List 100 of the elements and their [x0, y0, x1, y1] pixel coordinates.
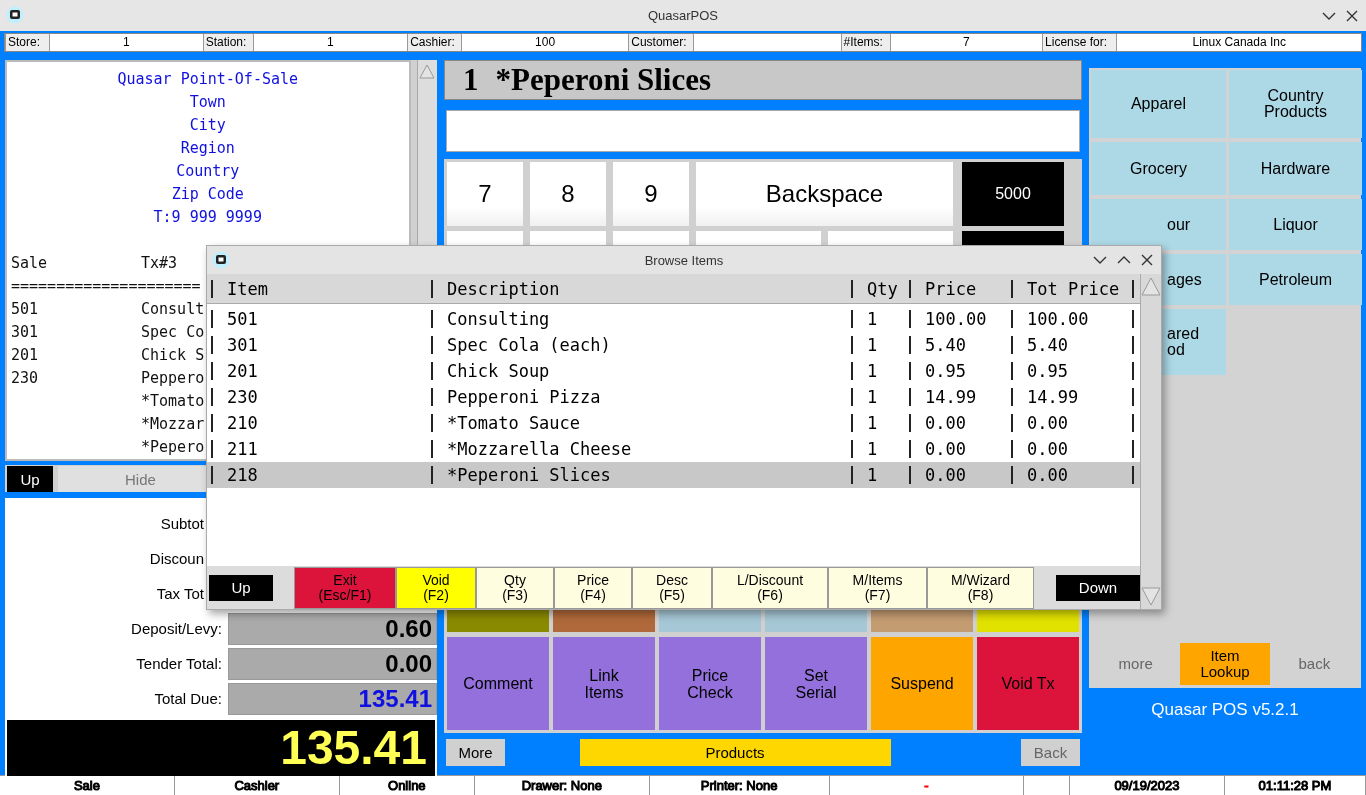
item-row[interactable]: 218 *Peperoni Slices 1 0.00 0.00 [207, 462, 1140, 488]
version-label: Quasar POS v5.2.1 [1150, 700, 1300, 720]
table-cell: 201 [227, 361, 258, 381]
item-row[interactable]: 210 *Tomato Sauce 1 0.00 0.00 [207, 410, 1140, 436]
keypad-key[interactable]: Backspace [696, 162, 953, 226]
receipt-item-description: Spec Co [141, 322, 205, 343]
keypad-key[interactable]: 9 [613, 162, 689, 226]
info-label: Station: [202, 34, 254, 51]
receipt-item-description: Peppero [141, 368, 205, 389]
total-label: Subtot [159, 515, 205, 532]
table-cell: 0.95 [925, 361, 966, 381]
table-cell: 14.99 [1027, 387, 1079, 407]
minimize-icon[interactable] [1322, 11, 1336, 21]
category-button[interactable]: our [1091, 199, 1226, 250]
status-field: Online [388, 778, 426, 793]
function-button[interactable]: Suspend [871, 637, 973, 730]
table-cell: Consulting [447, 309, 550, 329]
table-cell: 5.40 [1027, 335, 1068, 355]
total-label: Tender Total: [135, 655, 223, 672]
receipt-header-line: Region [179, 138, 236, 159]
table-cell: 1 [867, 309, 878, 329]
status-field: 01:11:28 PM [1258, 778, 1332, 793]
close-icon[interactable] [1141, 254, 1153, 266]
table-cell: 0.00 [1027, 439, 1068, 459]
column-header[interactable]: Item [227, 278, 268, 299]
dialog-button[interactable]: Desc (F5) [632, 566, 712, 609]
dialog-button[interactable]: Exit (Esc/F1) [294, 566, 396, 609]
close-icon[interactable] [1346, 10, 1358, 22]
receipt-item-description: *Tomato [141, 391, 205, 412]
category-nav-button[interactable]: Item Lookup [1180, 643, 1270, 685]
item-row[interactable]: 201 Chick Soup 1 0.95 0.95 [207, 358, 1140, 384]
category-button[interactable]: Apparel [1091, 70, 1226, 138]
item-row[interactable]: 301 Spec Cola (each) 1 5.40 5.40 [207, 332, 1140, 358]
item-row[interactable]: 501 Consulting 1 100.00 100.00 [207, 306, 1140, 332]
total-value: 0.60 [227, 612, 437, 645]
function-button[interactable]: Set Serial [765, 637, 867, 730]
dialog-button[interactable]: Void (F2) [396, 566, 476, 609]
function-button[interactable]: Link Items [553, 637, 655, 730]
item-row[interactable]: 230 Pepperoni Pizza 1 14.99 14.99 [207, 384, 1140, 410]
maximize-icon[interactable] [1117, 255, 1131, 265]
receipt-item-description: Consult [141, 299, 205, 320]
category-button[interactable]: Hardware [1229, 142, 1362, 195]
function-button[interactable]: Price Check [659, 637, 761, 730]
receipt-item-code: 201 [11, 346, 39, 364]
dialog-button[interactable]: Qty (F3) [476, 566, 554, 609]
receipt-header-line: City [188, 115, 227, 136]
nav-button[interactable]: Products [579, 738, 891, 766]
table-cell: 1 [867, 465, 878, 485]
table-cell: *Mozzarella Cheese [447, 439, 632, 459]
input-field[interactable] [446, 110, 1080, 152]
table-cell: Chick Soup [447, 361, 550, 381]
table-cell: 14.99 [925, 387, 977, 407]
receipt-button[interactable]: Up [7, 466, 53, 492]
info-value: 7 [961, 34, 971, 51]
nav-button[interactable]: More [446, 738, 505, 766]
receipt-header-line: Town [188, 92, 227, 113]
info-label: License for: [1042, 34, 1118, 51]
info-value: 1 [326, 34, 335, 51]
column-header[interactable]: Description [447, 278, 560, 299]
dialog-title: Browse Items [644, 252, 724, 268]
function-button[interactable]: Comment [447, 637, 549, 730]
dialog-button[interactable]: M/Wizard (F8) [927, 566, 1034, 609]
column-header[interactable]: Qty [867, 278, 898, 299]
dialog-button[interactable]: L/Discount (F6) [712, 566, 828, 609]
dialog-button[interactable]: M/Items (F7) [828, 566, 927, 609]
table-cell: *Peperoni Slices [447, 465, 611, 485]
category-button[interactable]: Grocery [1091, 142, 1226, 195]
column-header[interactable]: Price [925, 278, 977, 299]
status-field: Sale [73, 778, 100, 793]
table-cell: 1 [867, 361, 878, 381]
receipt-item-code: 301 [11, 323, 39, 341]
table-cell: 230 [227, 387, 258, 407]
minimize-icon[interactable] [1093, 255, 1107, 265]
keypad-key[interactable]: 7 [447, 162, 523, 226]
keypad-key[interactable]: 5000 [962, 162, 1064, 226]
table-cell: 1 [867, 413, 878, 433]
receipt-item-description: *Mozzar [141, 414, 205, 435]
receipt-item-description: *Pepero [141, 437, 205, 458]
table-cell: 211 [227, 439, 258, 459]
keypad-key[interactable]: 8 [530, 162, 606, 226]
total-label: Deposit/Levy: [130, 620, 223, 637]
category-button[interactable]: Country Products [1229, 70, 1362, 138]
info-label: #Items: [840, 34, 891, 51]
info-label: Customer: [628, 34, 694, 51]
column-header[interactable]: Tot Price [1027, 278, 1120, 299]
function-button[interactable]: Void Tx [977, 637, 1079, 730]
status-field: 09/19/2023 [1114, 778, 1180, 793]
category-button[interactable]: Petroleum [1229, 254, 1362, 305]
table-cell: 0.95 [1027, 361, 1068, 381]
total-display: 135.41 [7, 720, 435, 776]
table-cell: 1 [867, 439, 878, 459]
dialog-button[interactable]: Price (F4) [554, 566, 632, 609]
total-label: Tax Tot [155, 585, 205, 602]
dialog-button[interactable]: Down [1056, 574, 1140, 601]
dialog-button[interactable]: Up [209, 574, 273, 601]
category-button[interactable]: Liquor [1229, 199, 1362, 250]
current-item-qty: 1 [463, 62, 479, 98]
item-row[interactable]: 211 *Mozzarella Cheese 1 0.00 0.00 [207, 436, 1140, 462]
receipt-text: Tx#3 [141, 253, 178, 274]
status-field: - [924, 778, 929, 793]
